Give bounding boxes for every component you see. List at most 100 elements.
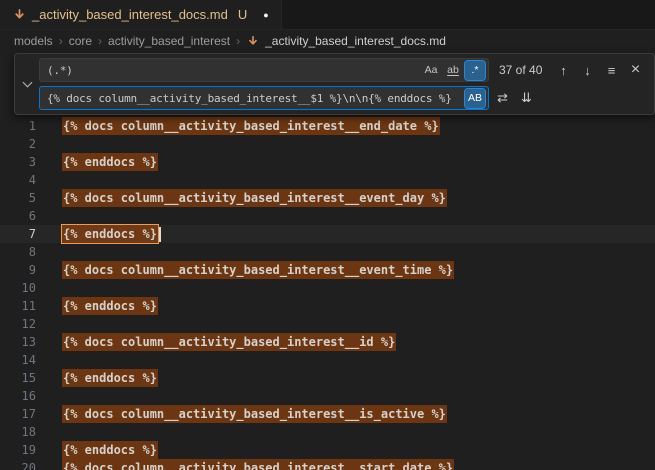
- toggle-replace-button[interactable]: [18, 69, 36, 99]
- editor-line[interactable]: 19{% enddocs %}: [0, 441, 655, 459]
- editor-line[interactable]: 13{% docs column__activity_based_interes…: [0, 333, 655, 351]
- tab-file-name: _activity_based_interest_docs.md: [32, 7, 228, 22]
- chevron-right-icon: ›: [236, 34, 240, 48]
- find-replace-widget: (.*) Aa ab .* 37 of 40 ↑ ↓ ≡ × {% docs c…: [14, 53, 655, 115]
- vscode-window: { "colors": { "editor_bg": "#1f1f1f", "t…: [0, 0, 655, 470]
- editor-lines: 1 {% docs column__activity_based_interest…: [0, 117, 655, 470]
- line-content: {% docs column__activity_based_interest_…: [36, 405, 447, 423]
- line-number: 18: [0, 423, 36, 441]
- line-number: 14: [0, 351, 36, 369]
- editor-line[interactable]: 20 {% docs column__activity_based_interes…: [0, 459, 655, 470]
- text-cursor: [159, 227, 161, 242]
- editor-line[interactable]: 18: [0, 423, 655, 441]
- line-number: 13: [0, 333, 36, 351]
- line-content: [36, 351, 62, 369]
- line-number: 20: [0, 459, 36, 470]
- find-row: (.*) Aa ab .* 37 of 40 ↑ ↓ ≡ ×: [39, 58, 646, 82]
- markdown-file-icon: [12, 8, 26, 22]
- regex-toggle[interactable]: .*: [465, 61, 485, 80]
- line-content: {% docs column__activity_based_interest_…: [36, 189, 447, 207]
- line-content: [36, 135, 62, 153]
- line-content: {% enddocs %}: [36, 153, 158, 171]
- find-in-selection-button[interactable]: ≡: [601, 60, 622, 81]
- tab-bar: _activity_based_interest_docs.md U ●: [0, 0, 655, 30]
- editor-line[interactable]: 15 {% enddocs %}: [0, 369, 655, 387]
- line-number: 11: [0, 297, 36, 315]
- breadcrumb-item-core[interactable]: core: [69, 34, 92, 48]
- line-number: 1: [0, 117, 36, 135]
- previous-match-button[interactable]: ↑: [553, 60, 574, 81]
- editor-line[interactable]: 9 {% docs column__activity_based_interest…: [0, 261, 655, 279]
- find-match-highlight: {% docs column__activity_based_interest_…: [62, 405, 447, 423]
- replace-all-button[interactable]: ⇊: [516, 88, 537, 109]
- find-actions: ↑ ↓ ≡ ×: [550, 60, 646, 81]
- line-number: 16: [0, 387, 36, 405]
- line-number: 17: [0, 405, 36, 423]
- replace-button[interactable]: ⇄: [492, 88, 513, 109]
- find-match-highlight: {% docs column__activity_based_interest_…: [62, 261, 454, 279]
- close-icon: ×: [631, 61, 640, 79]
- find-match-highlight: {% enddocs %}: [62, 297, 158, 315]
- markdown-file-icon: [246, 34, 260, 48]
- editor-line[interactable]: 11 {% enddocs %}: [0, 297, 655, 315]
- find-match-highlight: {% enddocs %}: [62, 369, 158, 387]
- editor-line[interactable]: 3 {% enddocs %}: [0, 153, 655, 171]
- close-find-widget-button[interactable]: ×: [625, 60, 646, 81]
- replace-row: {% docs column__activity_based_interest_…: [39, 86, 646, 110]
- line-number: 6: [0, 207, 36, 225]
- line-content: {% enddocs %}: [36, 225, 161, 243]
- find-match-highlight: {% docs column__activity_based_interest_…: [62, 189, 447, 207]
- breadcrumb-item-models[interactable]: models: [14, 34, 53, 48]
- breadcrumb-item-activity-based-interest[interactable]: activity_based_interest: [108, 34, 230, 48]
- git-status-badge: U: [238, 7, 247, 22]
- line-content: [36, 387, 62, 405]
- find-match-highlight: {% enddocs %}: [62, 225, 158, 243]
- line-number: 5: [0, 189, 36, 207]
- line-number: 9: [0, 261, 36, 279]
- line-content: {% enddocs %}: [36, 441, 158, 459]
- find-input[interactable]: (.*) Aa ab .*: [39, 58, 489, 82]
- breadcrumb-item-file[interactable]: _activity_based_interest_docs.md: [246, 34, 446, 48]
- line-content: {% enddocs %}: [36, 297, 158, 315]
- editor-line[interactable]: 16: [0, 387, 655, 405]
- line-number: 2: [0, 135, 36, 153]
- tab-activity-based-interest-docs[interactable]: _activity_based_interest_docs.md U ●: [0, 0, 282, 29]
- replace-icon: ⇄: [497, 90, 508, 106]
- line-content: {% docs column__activity_based_interest_…: [36, 333, 396, 351]
- chevron-right-icon: ›: [59, 34, 63, 48]
- find-match-highlight: {% enddocs %}: [62, 153, 158, 171]
- editor-line[interactable]: 2: [0, 135, 655, 153]
- editor-line[interactable]: 6: [0, 207, 655, 225]
- find-match-highlight: {% docs column__activity_based_interest_…: [62, 117, 440, 135]
- line-number: 3: [0, 153, 36, 171]
- line-content: [36, 279, 62, 297]
- editor-line[interactable]: 1 {% docs column__activity_based_interest…: [0, 117, 655, 135]
- unsaved-changes-dot-icon[interactable]: ●: [263, 10, 268, 20]
- line-number: 15: [0, 369, 36, 387]
- preserve-case-toggle[interactable]: AB: [465, 89, 485, 108]
- editor-line[interactable]: 7{% enddocs %}: [0, 225, 655, 243]
- replace-input-value: {% docs column__activity_based_interest_…: [47, 92, 463, 105]
- editor-line[interactable]: 12: [0, 315, 655, 333]
- editor-line[interactable]: 4: [0, 171, 655, 189]
- editor-line[interactable]: 17 {% docs column__activity_based_interes…: [0, 405, 655, 423]
- line-number: 19: [0, 441, 36, 459]
- chevron-right-icon: ›: [98, 34, 102, 48]
- line-content: {% docs column__activity_based_interest_…: [36, 117, 440, 135]
- line-number: 8: [0, 243, 36, 261]
- line-content: {% docs column__activity_based_interest_…: [36, 261, 454, 279]
- editor-line[interactable]: 10: [0, 279, 655, 297]
- editor-line[interactable]: 8: [0, 243, 655, 261]
- line-content: [36, 315, 62, 333]
- line-number: 10: [0, 279, 36, 297]
- find-match-highlight: {% docs column__activity_based_interest_…: [62, 459, 454, 470]
- editor-line[interactable]: 5 {% docs column__activity_based_interest…: [0, 189, 655, 207]
- breadcrumb: models › core › activity_based_interest …: [0, 30, 655, 52]
- replace-input[interactable]: {% docs column__activity_based_interest_…: [39, 86, 489, 110]
- line-number: 4: [0, 171, 36, 189]
- line-content: [36, 207, 62, 225]
- editor-line[interactable]: 14: [0, 351, 655, 369]
- match-case-toggle[interactable]: Aa: [421, 61, 441, 80]
- next-match-button[interactable]: ↓: [577, 60, 598, 81]
- whole-word-toggle[interactable]: ab: [443, 61, 463, 80]
